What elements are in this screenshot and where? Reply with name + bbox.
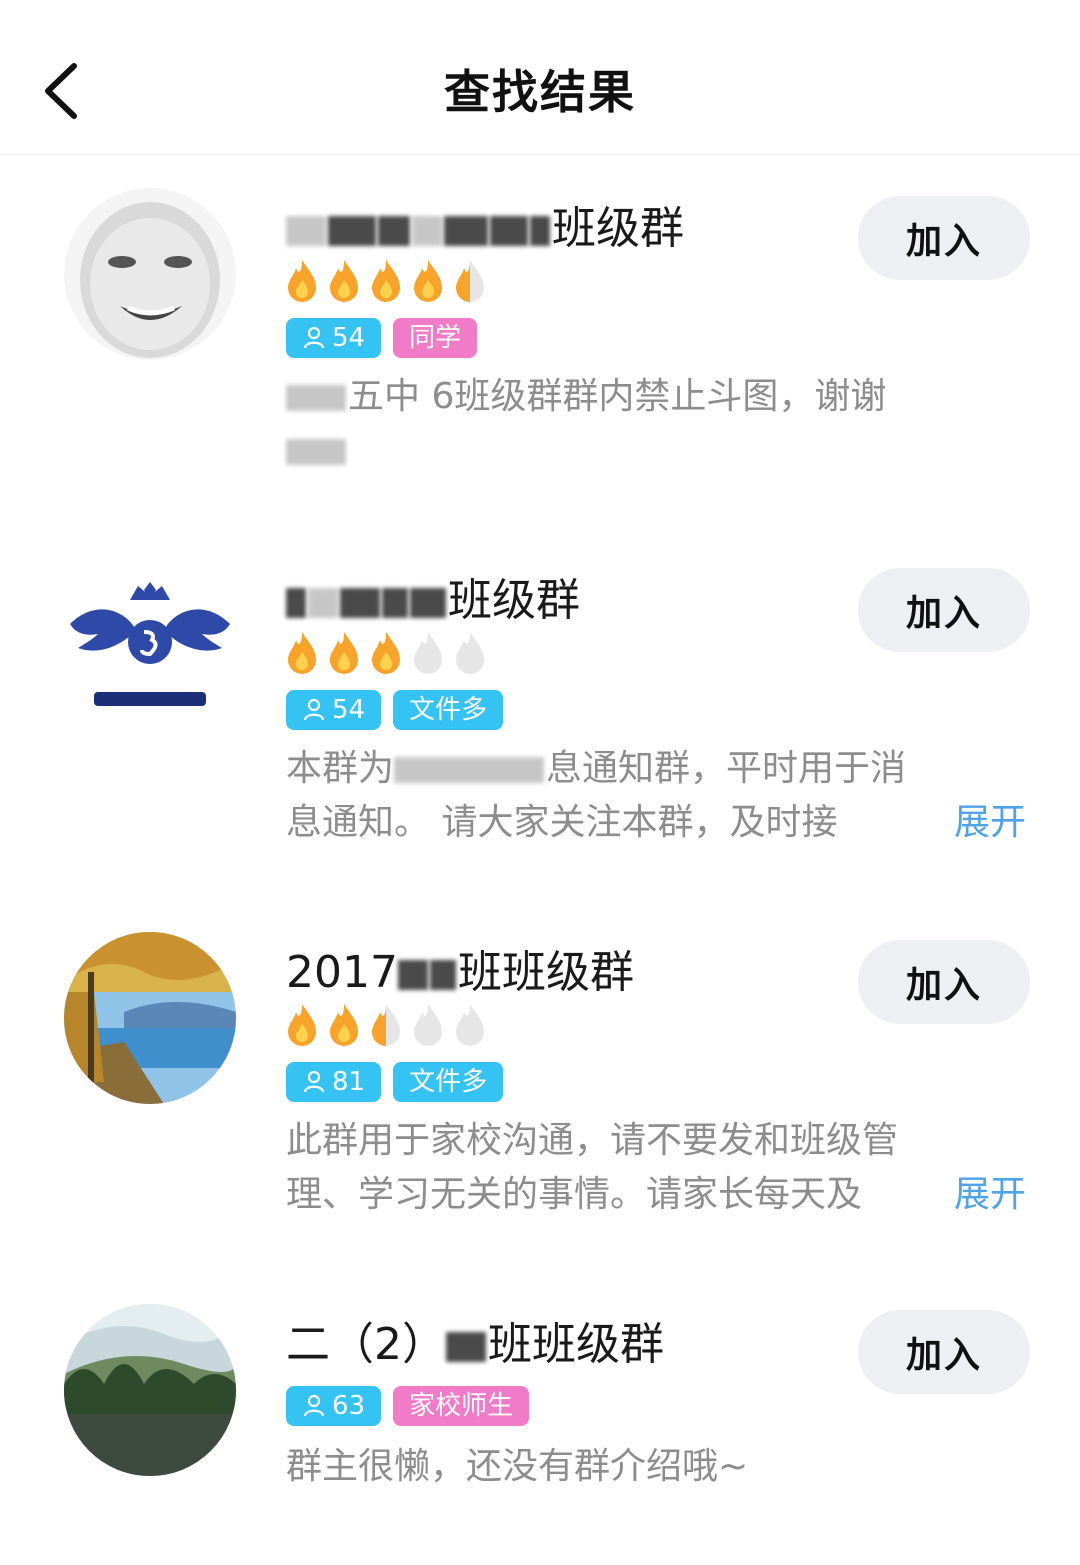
group-name: 二（2） 班班级群	[286, 1319, 664, 1370]
flame-empty-icon	[410, 1002, 446, 1046]
group-description: 五中 6班级群群内禁止斗图，谢谢	[286, 370, 1026, 478]
page-title: 查找结果	[444, 65, 636, 119]
member-count-badge: 81	[286, 1062, 382, 1102]
flame-icon	[410, 258, 446, 302]
flame-half-icon	[452, 258, 488, 302]
category-tag: 文件多	[393, 690, 504, 730]
flame-icon	[284, 630, 320, 674]
person-icon	[302, 326, 326, 350]
member-count-badge: 63	[286, 1386, 382, 1426]
tag-row: 63 家校师生	[286, 1386, 530, 1426]
group-description: 群主很懒，还没有群介绍哦~	[286, 1446, 749, 1487]
activity-rating	[284, 1002, 488, 1046]
group-description: 本群为 息通知群，平时用于消 息通知。 请大家关注本群，及时接	[286, 748, 907, 843]
top-bar: 查找结果	[0, 0, 1080, 155]
join-button[interactable]: 加入	[858, 940, 1030, 1024]
group-avatar[interactable]	[64, 1304, 236, 1476]
flame-icon	[326, 630, 362, 674]
activity-rating	[284, 630, 488, 674]
flame-icon	[326, 1002, 362, 1046]
person-icon	[302, 1394, 326, 1418]
join-button[interactable]: 加入	[858, 196, 1030, 280]
category-tag: 同学	[393, 318, 478, 358]
person-icon	[302, 1070, 326, 1094]
flame-icon	[368, 630, 404, 674]
tag-row: 54 文件多	[286, 690, 504, 730]
group-name: 班级群	[286, 192, 684, 256]
activity-rating	[284, 258, 488, 302]
flame-half-icon	[368, 1002, 404, 1046]
category-tag: 家校师生	[393, 1386, 530, 1426]
group-description: 此群用于家校沟通，请不要发和班级管 理、学习无关的事情。请家长每天及	[286, 1120, 899, 1215]
group-name: 2017 班班级群	[286, 947, 634, 998]
group-avatar[interactable]	[64, 188, 236, 360]
tag-row: 81 文件多	[286, 1062, 504, 1102]
flame-icon	[284, 1002, 320, 1046]
person-icon	[302, 698, 326, 722]
expand-link[interactable]: 展开	[943, 1168, 1026, 1222]
flame-empty-icon	[452, 1002, 488, 1046]
group-avatar[interactable]	[64, 932, 236, 1104]
expand-link[interactable]: 展开	[943, 796, 1026, 850]
tag-row: 54 同学	[286, 318, 478, 358]
flame-icon	[368, 258, 404, 302]
join-button[interactable]: 加入	[858, 1310, 1030, 1394]
join-button[interactable]: 加入	[858, 568, 1030, 652]
group-avatar[interactable]	[64, 560, 236, 732]
category-tag: 文件多	[393, 1062, 504, 1102]
member-count-badge: 54	[286, 318, 382, 358]
flame-empty-icon	[452, 630, 488, 674]
flame-icon	[326, 258, 362, 302]
flame-empty-icon	[410, 630, 446, 674]
member-count-badge: 54	[286, 690, 382, 730]
group-name: 班级群	[286, 564, 580, 628]
flame-icon	[284, 258, 320, 302]
